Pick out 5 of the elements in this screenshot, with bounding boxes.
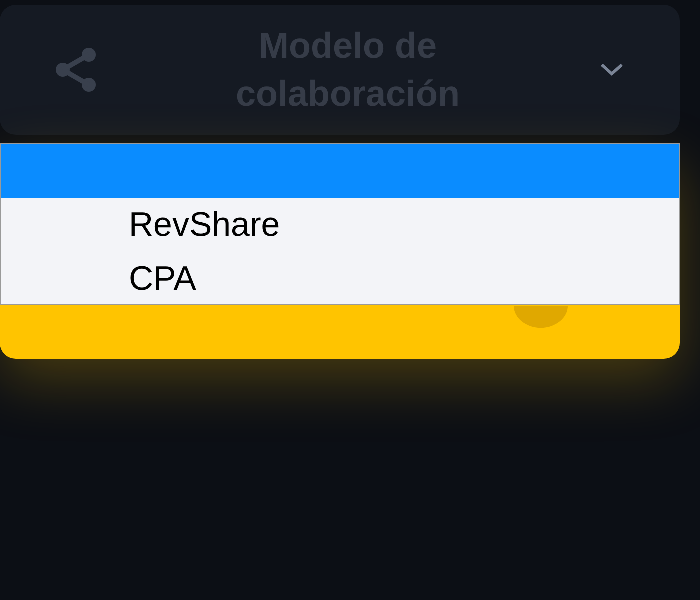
dropdown-option[interactable]: RevShare xyxy=(1,198,679,252)
dropdown-option[interactable] xyxy=(1,144,679,198)
chevron-icon xyxy=(599,62,625,78)
share-icon xyxy=(55,47,97,93)
dropdown-option[interactable]: CPA xyxy=(1,252,679,306)
